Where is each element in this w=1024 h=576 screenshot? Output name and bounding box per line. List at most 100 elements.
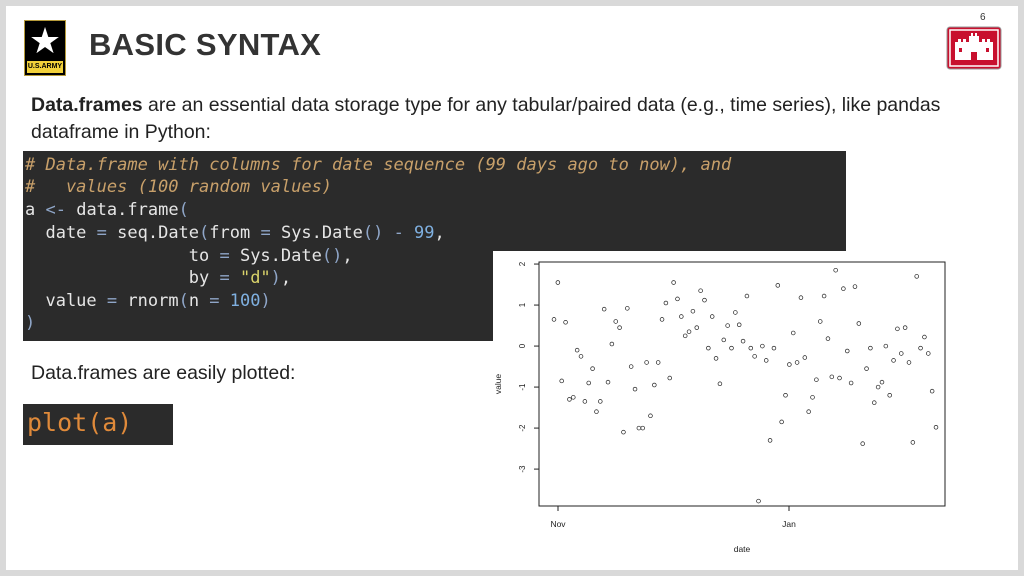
data-point [887, 393, 892, 398]
data-point [679, 314, 684, 319]
plot-code-block: plot(a) [23, 404, 173, 445]
data-point [663, 300, 669, 306]
data-point [736, 322, 742, 327]
page-title: BASIC SYNTAX [89, 27, 322, 62]
data-point [709, 314, 715, 319]
data-point [567, 397, 572, 402]
data-point [891, 358, 896, 363]
data-point [682, 333, 688, 339]
data-point [841, 286, 846, 291]
description-bold: Data.frames [31, 94, 143, 116]
data-point [752, 354, 757, 359]
plot-frame [538, 261, 946, 507]
data-point [779, 419, 784, 425]
data-point [652, 382, 657, 388]
data-point [574, 347, 580, 353]
data-point [817, 319, 823, 324]
data-point [555, 280, 561, 285]
army-logo: ★ U.S.ARMY [24, 20, 66, 76]
data-point [918, 345, 923, 351]
data-point [617, 325, 622, 330]
code-line-1: # Data.frame with columns for date seque… [25, 155, 732, 175]
data-point [621, 429, 626, 435]
data-point [879, 379, 885, 385]
data-point [729, 345, 734, 351]
description-rest: are an essential data storage type for a… [31, 94, 941, 143]
data-point [740, 338, 746, 344]
data-point [559, 378, 564, 384]
data-point [864, 366, 869, 371]
data-point [760, 343, 765, 349]
data-point [563, 320, 568, 325]
data-point [594, 409, 599, 414]
data-point [875, 384, 881, 390]
data-point [895, 326, 900, 332]
data-point [694, 325, 700, 330]
description-text: Data.frames are an essential data storag… [31, 92, 1006, 146]
data-point [690, 308, 696, 314]
data-point [790, 330, 796, 336]
data-point [686, 329, 692, 334]
data-point [763, 358, 769, 363]
code-line-5: to = Sys.Date(), [25, 246, 353, 266]
y-tick-label: 2 [518, 261, 527, 266]
data-point [613, 319, 618, 324]
data-point [675, 296, 680, 302]
data-point [775, 283, 781, 288]
data-point [821, 293, 827, 299]
data-point [933, 425, 939, 430]
data-point [794, 360, 800, 365]
data-point [578, 354, 584, 359]
data-point [648, 413, 653, 419]
data-point [713, 356, 719, 361]
data-point [609, 341, 615, 347]
data-point [802, 355, 808, 360]
data-point [586, 380, 591, 386]
data-point [798, 295, 804, 300]
data-point [632, 386, 638, 392]
data-point [810, 395, 815, 400]
y-tick-label: -2 [518, 424, 527, 432]
code-line-7: value = rnorm(n = 100) [25, 291, 271, 311]
data-point [929, 388, 935, 394]
data-point [767, 438, 773, 443]
data-point [852, 284, 858, 289]
x-tick-label: Jan [782, 519, 796, 529]
code-line-3: a <- data.frame( [25, 200, 189, 220]
data-point [833, 267, 838, 273]
data-point [829, 374, 835, 380]
army-logo-text: U.S.ARMY [27, 63, 63, 70]
data-point [845, 348, 850, 354]
data-point [667, 375, 673, 381]
data-point [922, 334, 927, 340]
data-point [806, 409, 811, 414]
code-line-4: date = seq.Date(from = Sys.Date() - 99, [25, 223, 445, 243]
data-point [698, 288, 703, 293]
subtitle-text: Data.frames are easily plotted: [31, 362, 296, 384]
data-point [872, 400, 877, 405]
data-point [636, 425, 642, 431]
data-point [856, 321, 862, 326]
data-point [671, 280, 676, 285]
data-point [706, 345, 711, 351]
data-point [899, 351, 904, 356]
data-point [860, 441, 865, 446]
data-point [756, 498, 761, 504]
data-point [582, 399, 588, 404]
data-point [883, 343, 889, 349]
data-point [783, 393, 788, 398]
data-point [733, 310, 738, 315]
y-tick-label: 1 [518, 302, 527, 307]
data-point [571, 395, 576, 400]
y-tick-label: -1 [518, 383, 527, 391]
data-point [640, 425, 645, 431]
y-tick-label: 0 [518, 343, 527, 348]
data-point [655, 360, 661, 365]
star-icon: ★ [28, 21, 62, 62]
data-point [598, 399, 603, 404]
data-point [825, 336, 831, 341]
data-point [625, 306, 630, 311]
data-point [910, 440, 916, 445]
data-point [814, 377, 819, 382]
data-point [628, 364, 634, 369]
